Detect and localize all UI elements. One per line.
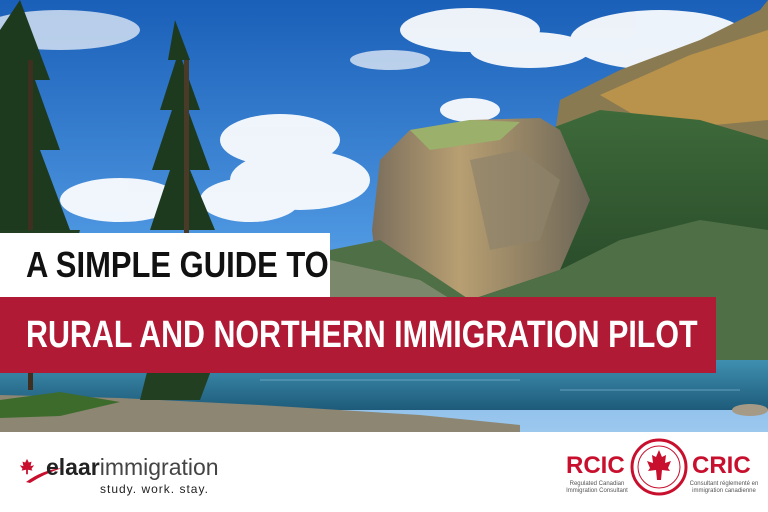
brand-name: elaarimmigration	[46, 454, 219, 481]
elaar-logo: elaarimmigration study. work. stay.	[18, 452, 238, 498]
rcic-badge: RCIC CRIC Regulated Canadian Immigration…	[552, 436, 762, 508]
maple-leaf-seal-icon	[630, 438, 688, 496]
brand-tagline: study. work. stay.	[100, 482, 209, 496]
title-band-bottom: RURAL AND NORTHERN IMMIGRATION PILOT	[0, 297, 716, 373]
brand-name-light: immigration	[99, 454, 219, 480]
rcic-subtitle: Regulated Canadian Immigration Consultan…	[566, 481, 628, 494]
rcic-word: RCIC	[566, 452, 625, 479]
cric-subtitle: Consultant réglementé en immigration can…	[689, 481, 759, 494]
title-band-top: A SIMPLE GUIDE TO	[0, 233, 330, 297]
title-line-2: RURAL AND NORTHERN IMMIGRATION PILOT	[26, 313, 698, 356]
cric-word: CRIC	[692, 452, 751, 479]
title-line-1: A SIMPLE GUIDE TO	[26, 244, 329, 285]
brand-name-bold: elaar	[46, 454, 100, 480]
